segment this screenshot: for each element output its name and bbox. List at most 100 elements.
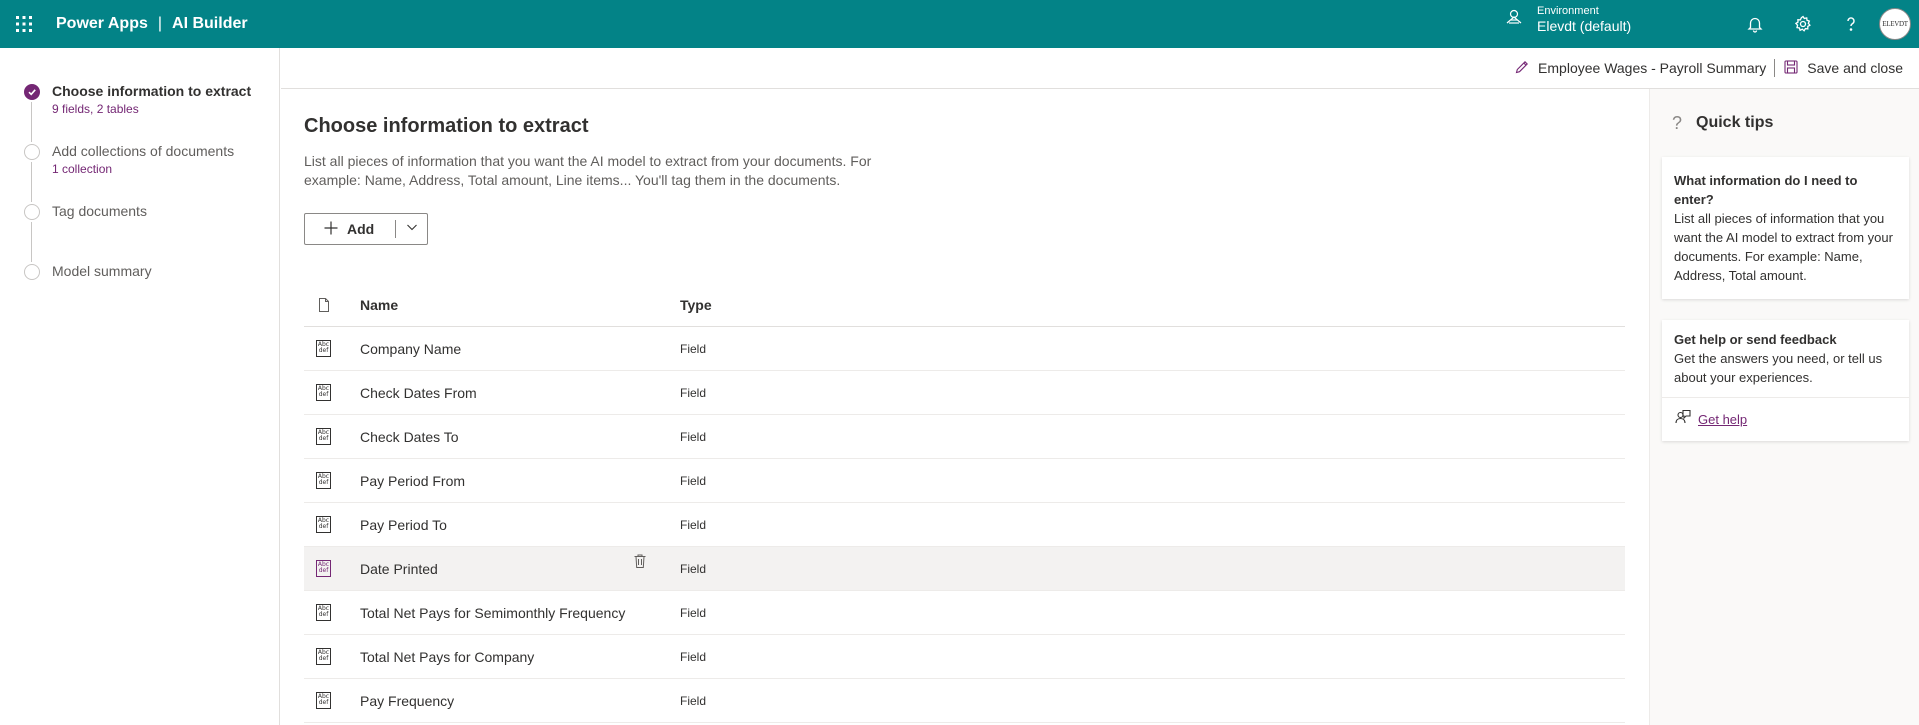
app-brand: Power Apps | AI Builder [56,15,248,33]
table-row[interactable]: Abc def Pay Period To Field [304,503,1625,547]
field-type: Field [680,473,707,488]
field-name: Check Dates To [360,429,680,445]
field-type-glyph: Abc def [316,648,331,665]
step-title: Add collections of documents [52,143,235,159]
environment-label: Environment [1537,5,1599,17]
product-name[interactable]: AI Builder [172,15,248,33]
fields-table: Name Type Abc def Company Name Field Abc de… [304,284,1625,723]
field-name-text: Total Net Pays for Semimonthly Frequency [360,604,626,621]
quick-tips-title: Quick tips [1696,114,1774,131]
feedback-icon [1674,408,1692,431]
step-circle-icon [24,264,40,280]
user-avatar[interactable]: ELEVDT [1879,8,1911,40]
field-name: Pay Period To [360,517,680,533]
rename-model-button[interactable]: Employee Wages - Payroll Summary [1508,59,1772,78]
field-type-glyph: Abc def [316,692,331,709]
table-row[interactable]: Abc def Company Name Field [304,327,1625,371]
table-row[interactable]: Abc def Total Net Pays for Company Field [304,635,1625,679]
question-mark-icon: ? [1672,112,1683,133]
field-type: Field [680,561,707,576]
save-icon [1783,59,1799,78]
field-type: Field [680,385,707,400]
brand-separator: | [157,15,163,32]
text-field-icon: Abc def [304,340,360,357]
text-field-icon: Abc def [304,648,360,665]
column-header-name[interactable]: Name [360,297,680,313]
step-add-collections[interactable]: Add collections of documents 1 collectio… [0,142,279,202]
table-row[interactable]: Abc def Pay Period From Field [304,459,1625,503]
quick-tips-panel: ? Quick tips What information do I need … [1649,89,1919,725]
step-circle-icon [24,204,40,220]
text-field-icon: Abc def [304,472,360,489]
text-field-icon: Abc def [304,560,360,577]
field-type-glyph: Abc def [316,384,331,401]
field-type-glyph: Abc def [316,428,331,445]
app-name[interactable]: Power Apps [56,15,148,33]
add-dropdown-button[interactable] [396,220,427,238]
column-header-type[interactable]: Type [680,297,880,313]
text-field-icon: Abc def [304,604,360,621]
environment-name: Elevdt (default) [1537,18,1632,35]
field-type: Field [680,429,707,444]
pencil-icon [1514,59,1530,78]
table-row[interactable]: Abc def Check Dates From Field [304,371,1625,415]
step-model-summary[interactable]: Model summary [0,262,279,322]
step-connector [31,162,32,202]
help-icon[interactable] [1827,0,1875,48]
add-button[interactable]: Add [305,220,395,239]
field-name-text: Pay Frequency [360,692,455,709]
field-type-glyph: Abc def [316,560,331,577]
command-bar: Employee Wages - Payroll Summary Save an… [281,48,1919,89]
field-name: Company Name [360,341,680,357]
field-name: Total Net Pays for Company [360,649,680,665]
table-row[interactable]: Abc def Check Dates To Field [304,415,1625,459]
field-type-glyph: Abc def [316,340,331,357]
document-icon [304,297,360,313]
tip-body: List all pieces of information that you … [1674,211,1893,283]
table-row[interactable]: Abc def Date Printed Field [304,547,1625,591]
field-type: Field [680,649,707,664]
get-help-link[interactable]: Get help [1698,412,1747,427]
field-name: Total Net Pays for Semimonthly Frequency [360,605,680,621]
page-title: Choose information to extract [304,115,589,137]
step-tag-documents[interactable]: Tag documents [0,202,279,262]
model-name: Employee Wages - Payroll Summary [1538,60,1767,76]
step-circle-icon [24,144,40,160]
table-row[interactable]: Abc def Total Net Pays for Semimonthly Fr… [304,591,1625,635]
table-row[interactable]: Abc def Pay Frequency Field [304,679,1625,723]
step-choose-information[interactable]: Choose information to extract 9 fields, … [0,82,279,142]
page-description: List all pieces of information that you … [304,153,872,188]
step-subtitle: 9 fields, 2 tables [52,102,139,116]
tip-card-help: Get help or send feedback Get the answer… [1662,320,1909,441]
text-field-icon: Abc def [304,428,360,445]
notifications-icon[interactable] [1731,0,1779,48]
save-and-close-label: Save and close [1807,60,1903,76]
app-launcher-icon[interactable] [0,0,48,48]
environment-picker[interactable]: Environment Elevdt (default) [1505,5,1631,35]
command-separator [1774,59,1776,77]
save-and-close-button[interactable]: Save and close [1777,59,1909,78]
field-name: Check Dates From [360,385,680,401]
delete-trash-icon[interactable] [632,553,648,569]
environment-icon [1505,8,1523,31]
step-subtitle: 1 collection [52,162,113,176]
field-name-text: Date Printed [360,560,438,577]
chevron-down-icon [406,220,418,238]
step-connector [31,222,32,262]
settings-gear-icon[interactable] [1779,0,1827,48]
tip-card-information: What information do I need to enter? Lis… [1662,157,1909,299]
main-content: Choose information to extract List all p… [281,89,1649,725]
plus-icon [323,220,339,239]
step-connector [31,102,32,142]
field-type: Field [680,341,707,356]
field-name-text: Total Net Pays for Company [360,648,535,665]
field-name-text: Check Dates From [360,384,477,401]
step-title: Tag documents [52,203,147,219]
text-field-icon: Abc def [304,692,360,709]
field-name: Pay Period From [360,473,680,489]
step-complete-check-icon [24,84,40,100]
field-name-text: Pay Period To [360,516,447,533]
add-split-button: Add [304,213,428,245]
field-type-glyph: Abc def [316,516,331,533]
text-field-icon: Abc def [304,384,360,401]
